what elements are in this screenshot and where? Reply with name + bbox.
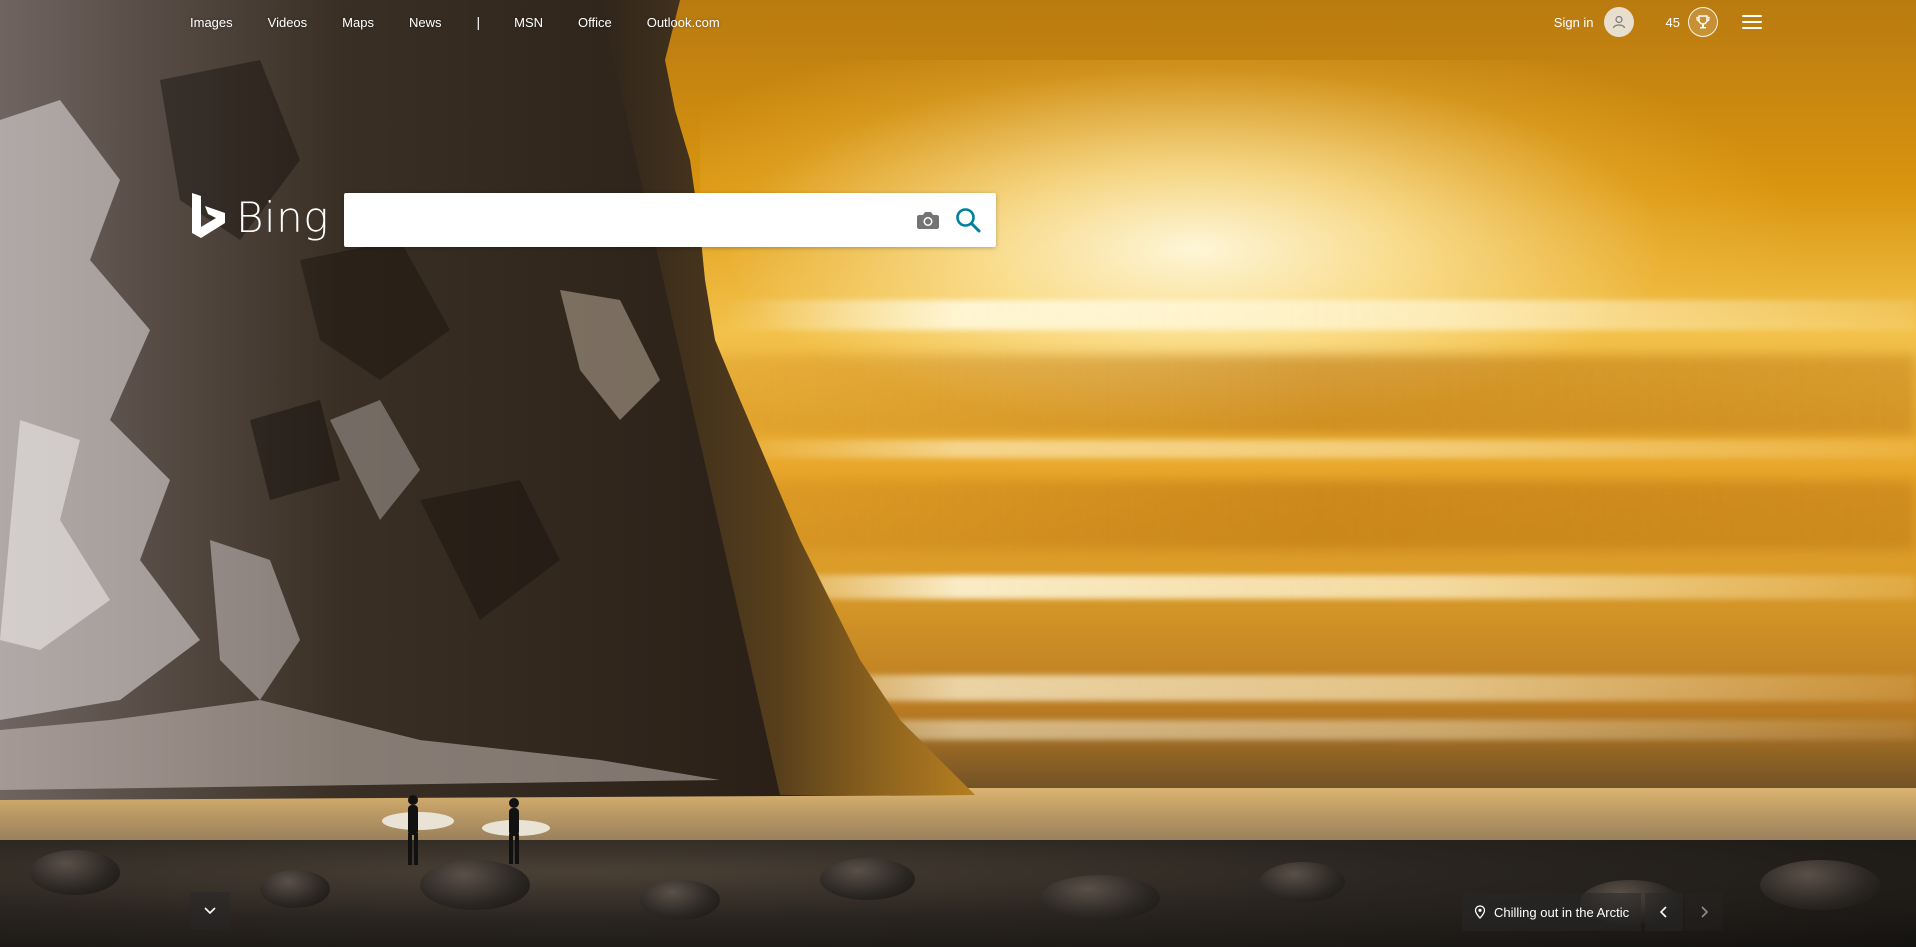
logo-text: Bing [236,193,329,242]
image-caption-text: Chilling out in the Arctic [1494,904,1630,920]
surfer-silhouette [382,795,454,865]
nav-images[interactable]: Images [190,15,233,30]
image-info-bar: Chilling out in the Arctic [1462,893,1724,931]
rock [30,850,120,895]
nav-outlook[interactable]: Outlook.com [647,15,720,30]
rewards-points[interactable]: 45 [1666,15,1680,30]
surfer-silhouette [482,798,550,864]
bing-logo[interactable]: Bing [190,192,329,244]
rock [1760,860,1880,910]
nav-maps[interactable]: Maps [342,15,374,30]
image-caption[interactable]: Chilling out in the Arctic [1462,893,1642,931]
hamburger-menu-icon[interactable] [1742,10,1766,34]
trophy-icon[interactable] [1688,7,1718,37]
rock [1040,875,1160,921]
rock [1260,862,1345,902]
signin-link[interactable]: Sign in [1554,15,1594,30]
nav-news[interactable]: News [409,15,442,30]
rock [640,880,720,920]
chevron-left-icon[interactable] [1645,893,1684,931]
search-icon[interactable] [948,200,988,240]
account-area: Sign in 45 [1554,6,1766,38]
rock [420,860,530,910]
chevron-down-icon[interactable] [190,892,230,930]
top-nav: Images Videos Maps News | MSN Office Out… [190,10,755,34]
background-image: Images Videos Maps News | MSN Office Out… [0,0,1916,947]
nav-videos[interactable]: Videos [268,15,308,30]
rock [820,858,915,900]
chevron-right-icon[interactable] [1685,893,1724,931]
nav-msn[interactable]: MSN [514,15,543,30]
cliff-illustration [0,0,975,800]
location-pin-icon [1474,905,1486,919]
camera-icon[interactable] [908,200,948,240]
rock [260,870,330,908]
nav-separator: | [476,14,481,30]
search-input[interactable] [344,193,908,247]
search-box [344,193,996,247]
nav-office[interactable]: Office [578,15,612,30]
user-avatar-icon[interactable] [1603,7,1634,37]
bing-logo-mark-icon [192,193,225,238]
